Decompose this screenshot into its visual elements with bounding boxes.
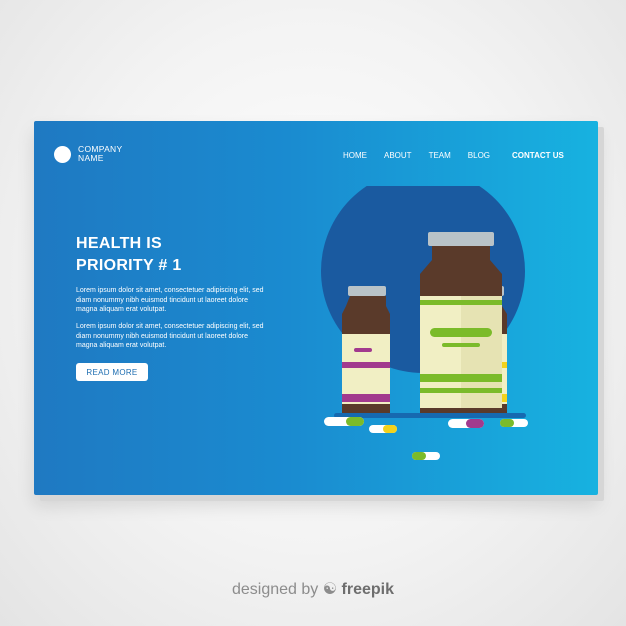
nav-contact-us[interactable]: CONTACT US [512,151,564,160]
nav-home[interactable]: HOME [343,151,367,160]
medicine-illustration [321,186,528,460]
shelf-shadow [334,413,526,418]
read-more-button[interactable]: READ MORE [76,363,148,381]
pill-capsule-icon [324,417,364,426]
headline-line1: HEALTH IS [76,235,162,252]
hero-paragraph-2: Lorem ipsum dolor sit amet, consectetuer… [76,323,264,349]
company-name-line2: NAME [78,153,104,163]
logo-circle-icon [54,145,71,163]
company-name: COMPANY NAME [78,145,138,163]
medicine-bottle-icon [342,286,390,415]
main-nav: HOME ABOUT TEAM BLOG CONTACT US [343,151,564,160]
headline-line2: PRIORITY # 1 [76,257,182,274]
watermark-prefix: designed by [231,581,319,598]
medicine-bottle-icon [420,232,502,415]
pill-capsule-icon [412,452,440,460]
hero-paragraph-1: Lorem ipsum dolor sit amet, consectetuer… [76,287,264,313]
watermark-brand: freepik [341,581,394,598]
company-logo[interactable]: COMPANY NAME [54,145,138,163]
pill-capsule-icon [369,425,397,433]
pill-capsule-icon [500,419,528,427]
nav-team[interactable]: TEAM [429,151,451,160]
landing-card: COMPANY NAME HOME ABOUT TEAM BLOG CONTAC… [34,121,598,495]
hero-headline: HEALTH IS PRIORITY # 1 [76,233,182,277]
nav-blog[interactable]: BLOG [468,151,490,160]
freepik-logo-icon: ☯ [322,581,338,598]
nav-about[interactable]: ABOUT [384,151,412,160]
freepik-watermark: designed by ☯ freepik [0,579,626,599]
pill-capsule-icon [448,419,484,428]
